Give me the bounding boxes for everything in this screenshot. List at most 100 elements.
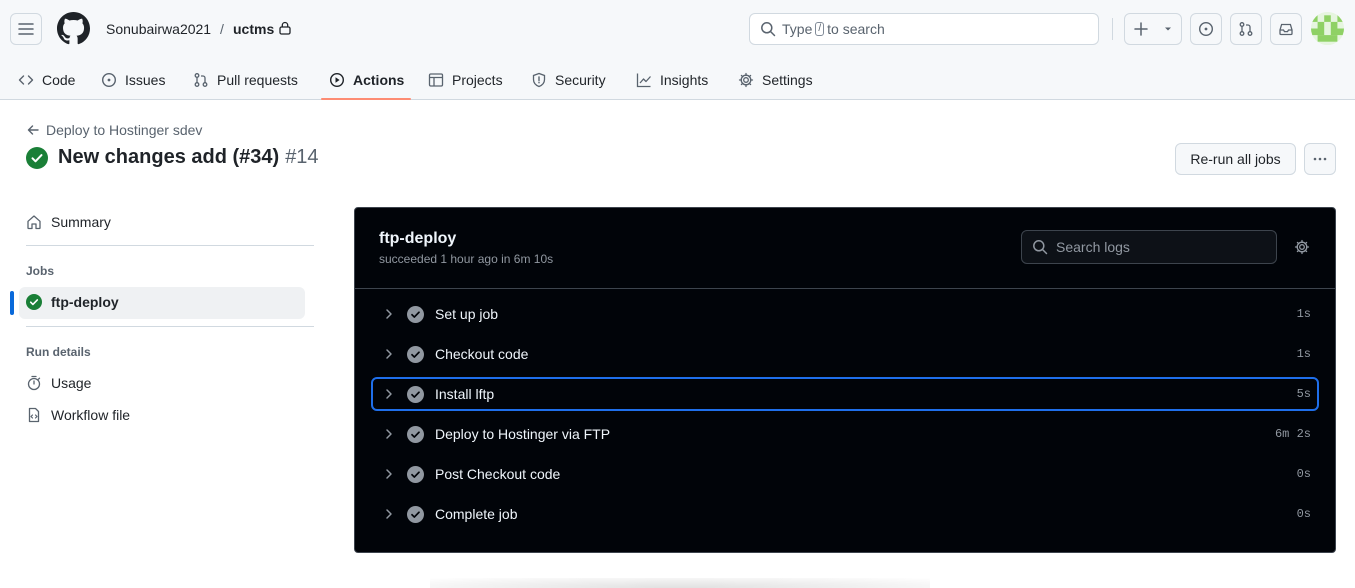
inbox-icon (1279, 23, 1293, 36)
inbox-button[interactable] (1270, 13, 1302, 45)
user-avatar[interactable] (1311, 12, 1344, 45)
pull-request-icon (194, 73, 208, 87)
step-row[interactable]: Deploy to Hostinger via FTP 6m 2s (371, 417, 1319, 451)
sidebar-label: Summary (51, 214, 111, 230)
breadcrumb-separator: / (220, 21, 224, 37)
repo-owner-link[interactable]: Sonubairwa2021 (106, 20, 211, 38)
step-row[interactable]: Set up job 1s (371, 297, 1319, 331)
step-duration: 5s (1296, 387, 1311, 401)
tab-label: Insights (660, 72, 709, 88)
tab-pull-requests[interactable]: Pull requests (193, 60, 298, 100)
lock-icon (279, 21, 291, 35)
step-name: Checkout code (435, 346, 529, 362)
selected-job-indicator (10, 291, 14, 315)
step-row[interactable]: Complete job 0s (371, 497, 1319, 531)
app-header: Sonubairwa2021 / uctms Type / to search … (0, 0, 1355, 100)
github-logo-icon[interactable] (57, 12, 90, 45)
step-name: Post Checkout code (435, 466, 561, 482)
step-duration: 1s (1296, 347, 1311, 361)
create-new-button[interactable] (1124, 13, 1182, 45)
pull-requests-button[interactable] (1230, 13, 1262, 45)
tab-projects[interactable]: Projects (428, 60, 503, 100)
tab-label: Actions (353, 72, 405, 88)
search-icon (1033, 240, 1048, 255)
tab-label: Code (42, 72, 76, 88)
gear-icon (738, 72, 754, 88)
tab-label: Issues (125, 72, 166, 88)
sidebar-item-summary[interactable]: Summary (26, 214, 111, 230)
search-logs-input[interactable]: Search logs (1021, 230, 1277, 264)
step-name: Install lftp (435, 386, 495, 402)
header-divider (1112, 18, 1113, 40)
step-success-icon (407, 465, 424, 483)
file-code-icon (28, 407, 40, 423)
search-hint-pre: Type (782, 21, 813, 37)
step-duration: 1s (1296, 307, 1311, 321)
log-settings-gear-icon[interactable] (1294, 239, 1310, 255)
global-search-input[interactable]: Type / to search (749, 13, 1099, 45)
play-icon (329, 72, 345, 88)
table-icon (428, 73, 444, 87)
step-success-icon (407, 305, 424, 323)
jobs-heading: Jobs (26, 264, 55, 278)
step-duration: 6m 2s (1274, 427, 1311, 441)
tab-label: Projects (452, 72, 503, 88)
tab-security[interactable]: Security (531, 60, 606, 100)
step-success-icon (407, 345, 424, 363)
step-name: Deploy to Hostinger via FTP (435, 426, 611, 442)
identicon-avatar (1311, 12, 1344, 45)
tab-settings[interactable]: Settings (738, 60, 813, 100)
menu-button[interactable] (10, 13, 42, 45)
run-details-heading: Run details (26, 345, 91, 359)
step-row-focused[interactable]: Install lftp 5s (371, 377, 1319, 411)
chevron-right-icon (386, 429, 392, 439)
stopwatch-icon (27, 375, 41, 391)
workflow-back-link[interactable]: Deploy to Hostinger sdev (26, 122, 202, 138)
tab-label: Settings (762, 72, 813, 88)
job-status-text: succeeded 1 hour ago in 6m 10s (379, 252, 554, 266)
chevron-right-icon (386, 509, 392, 519)
sidebar-item-workflow-file[interactable]: Workflow file (26, 407, 130, 423)
caret-down-icon (1165, 27, 1171, 31)
run-number: #14 (285, 146, 319, 168)
sidebar-item-usage[interactable]: Usage (26, 375, 91, 391)
job-log-panel: ftp-deploy succeeded 1 hour ago in 6m 10… (354, 207, 1336, 553)
tab-issues[interactable]: Issues (101, 60, 165, 100)
success-check-icon (26, 146, 48, 169)
step-row[interactable]: Checkout code 1s (371, 337, 1319, 371)
workflow-name: Deploy to Hostinger sdev (46, 122, 203, 138)
sidebar-divider (26, 245, 314, 246)
run-title: New changes add (#34) (58, 146, 280, 168)
chevron-right-icon (386, 389, 392, 399)
step-name: Set up job (435, 306, 499, 322)
more-options-button[interactable] (1304, 143, 1336, 175)
step-row[interactable]: Post Checkout code 0s (371, 457, 1319, 491)
kebab-horizontal-icon (1313, 157, 1327, 161)
tab-insights[interactable]: Insights (636, 60, 708, 100)
sidebar-label: Workflow file (51, 407, 131, 423)
repo-name-link[interactable]: uctms (233, 20, 274, 38)
issue-icon (1198, 21, 1214, 37)
sidebar-label: Usage (51, 375, 92, 391)
step-name: Complete job (435, 506, 518, 522)
tab-actions[interactable]: Actions (329, 60, 404, 100)
chevron-right-icon (386, 349, 392, 359)
step-success-icon (407, 425, 424, 443)
graph-icon (636, 73, 651, 88)
page-title: New changes add (#34) #14 (26, 146, 319, 169)
sidebar-item-ftp-deploy[interactable]: ftp-deploy (26, 294, 119, 310)
tab-code[interactable]: Code (18, 60, 75, 100)
chevron-right-icon (386, 309, 392, 319)
sidebar-divider (26, 326, 314, 327)
rerun-all-jobs-button[interactable]: Re-run all jobs (1175, 143, 1296, 175)
step-duration: 0s (1296, 507, 1311, 521)
tab-label: Security (555, 72, 606, 88)
plus-icon (1134, 22, 1148, 36)
chevron-right-icon (386, 469, 392, 479)
search-hint-post: to search (827, 21, 885, 37)
issues-button[interactable] (1190, 13, 1222, 45)
step-success-icon (407, 385, 424, 403)
sidebar-label: ftp-deploy (51, 294, 119, 310)
step-duration: 0s (1296, 467, 1311, 481)
job-name: ftp-deploy (379, 230, 457, 247)
